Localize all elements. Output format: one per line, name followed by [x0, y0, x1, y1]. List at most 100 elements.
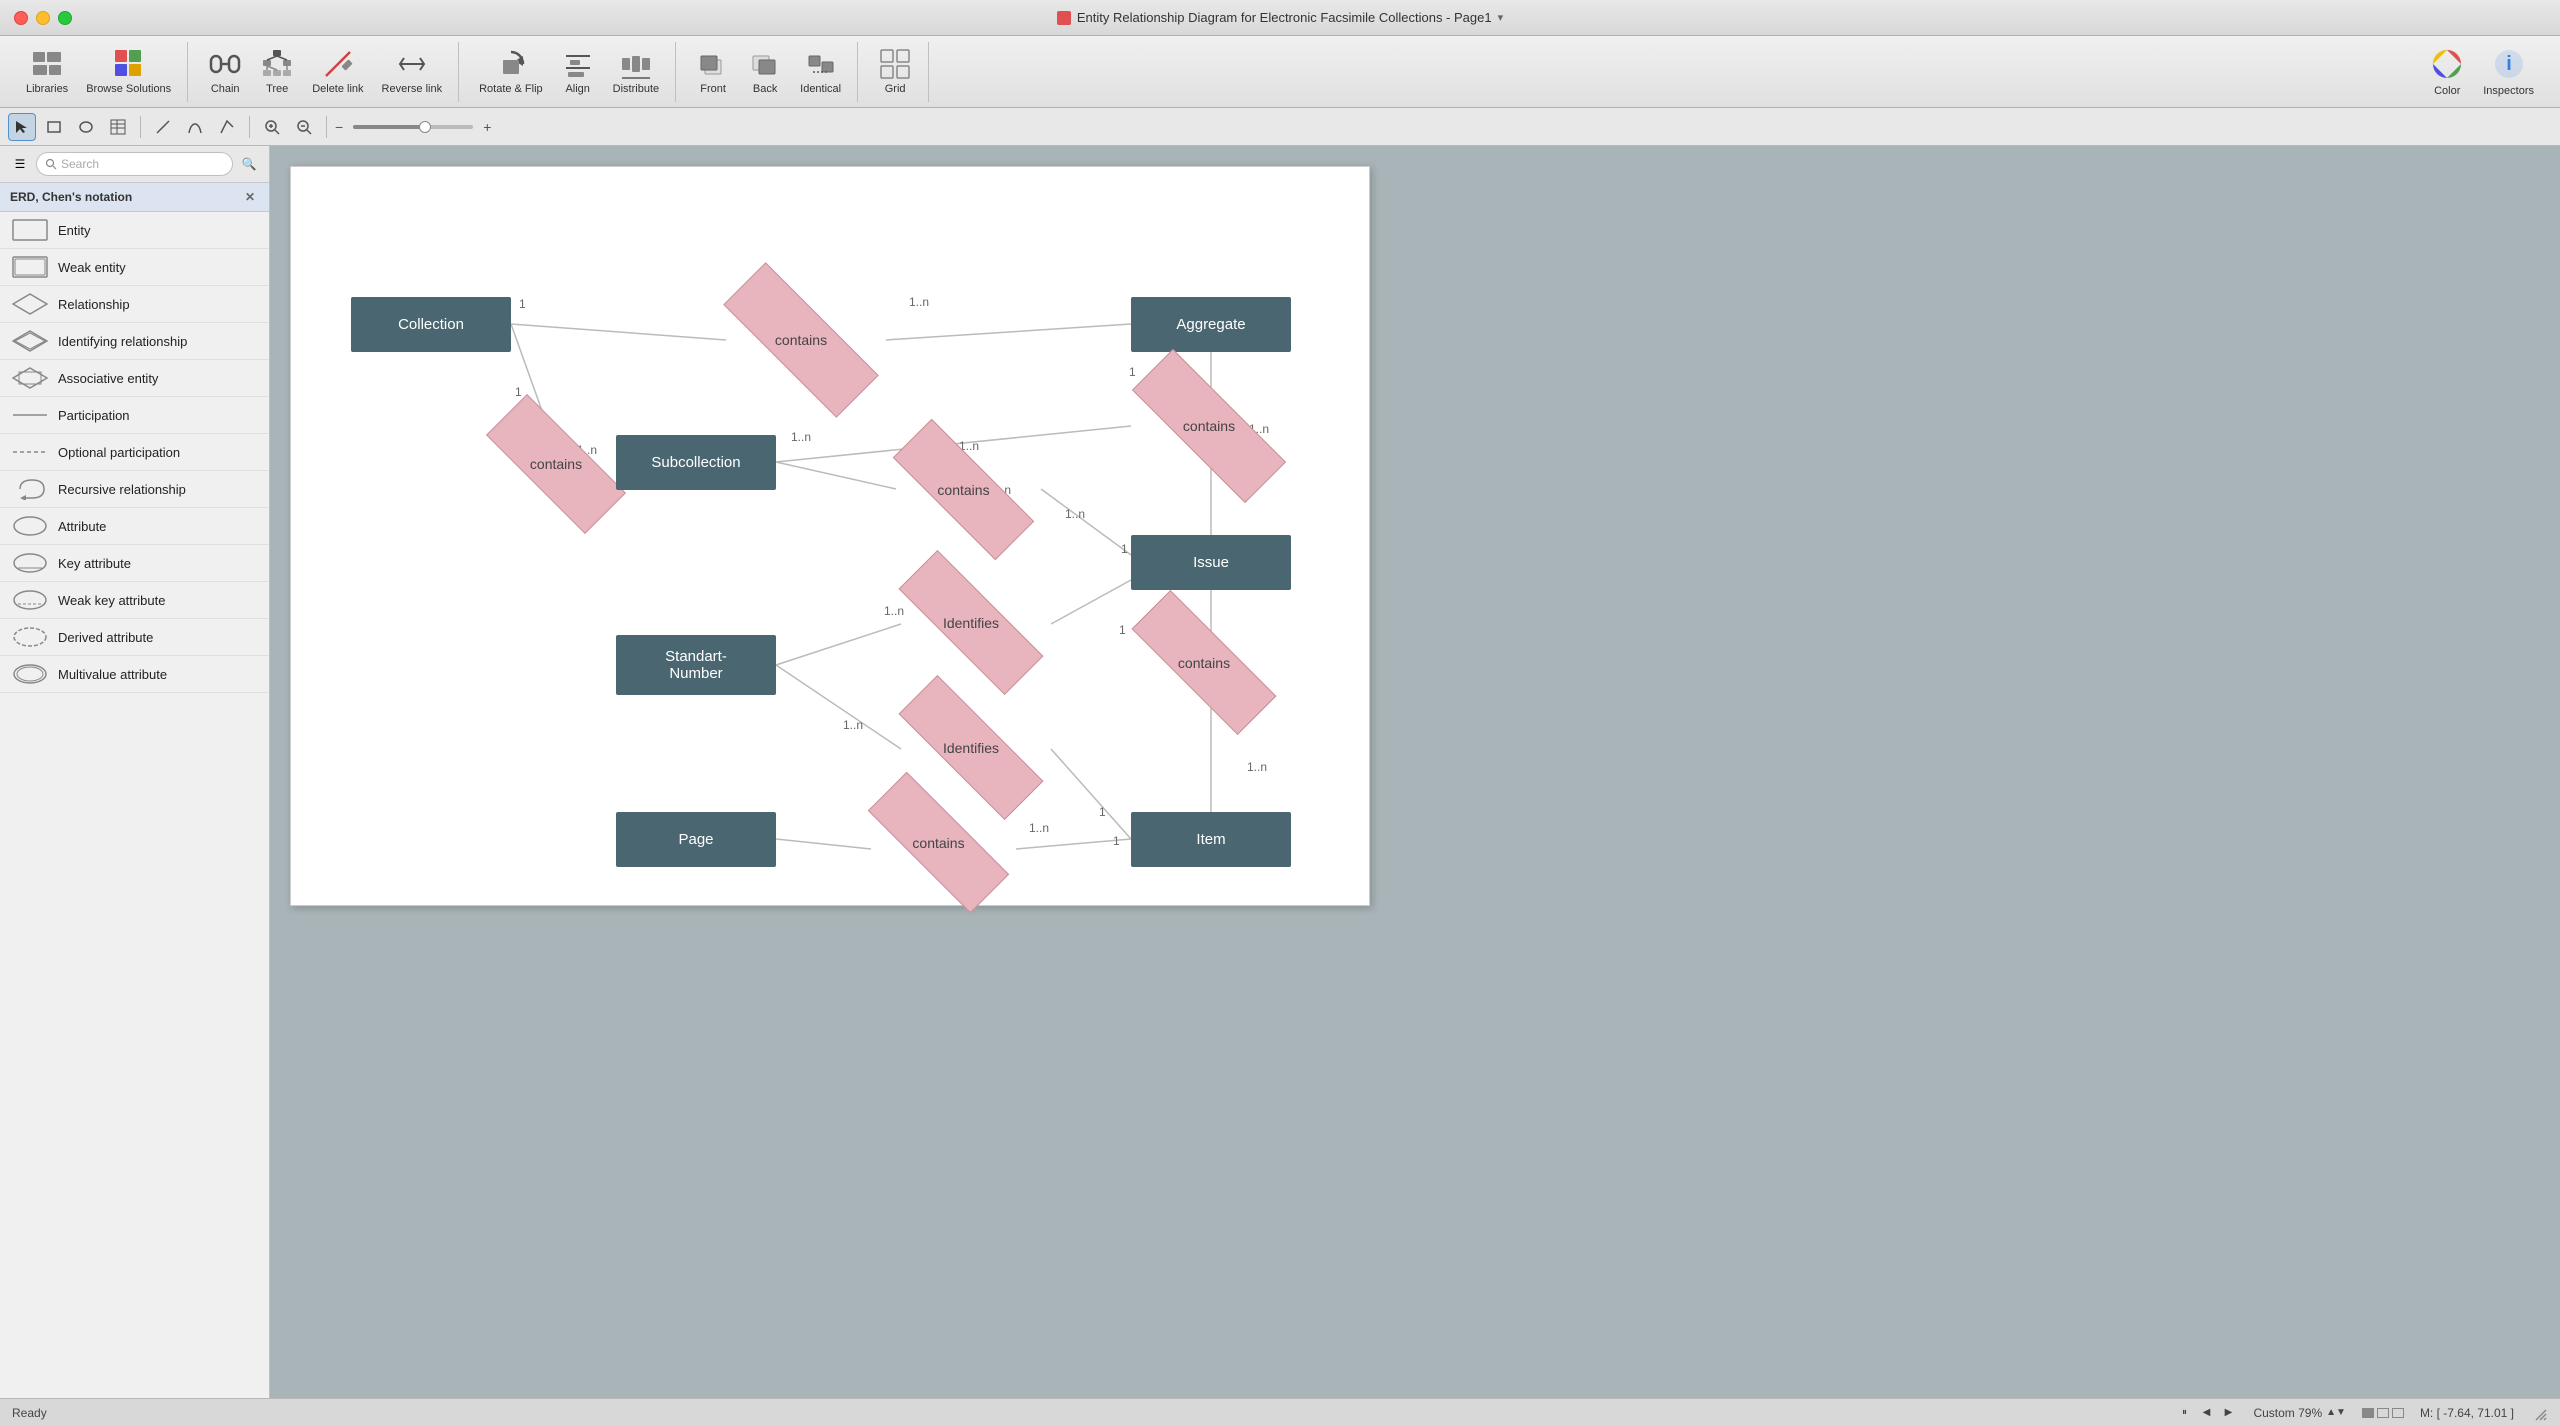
rectangle-tool[interactable]	[40, 113, 68, 141]
entity-issue[interactable]: Issue	[1131, 535, 1291, 590]
zoom-slider-thumb[interactable]	[419, 121, 431, 133]
polyline-tool[interactable]	[213, 113, 241, 141]
label-1d: 1	[1121, 542, 1128, 556]
sidebar-item-recursive[interactable]: Recursive relationship	[0, 471, 269, 508]
color-icon	[2429, 46, 2465, 82]
next-page-btn[interactable]: ▶	[2219, 1404, 2237, 1422]
label-1g: 1	[1113, 834, 1120, 848]
window-title: Entity Relationship Diagram for Electron…	[1057, 10, 1503, 25]
curved-line-tool[interactable]	[181, 113, 209, 141]
reverse-link-button[interactable]: Reverse link	[374, 44, 451, 99]
ellipse-tool[interactable]	[72, 113, 100, 141]
rel-contains5[interactable]: contains	[1129, 635, 1279, 690]
minimize-button[interactable]	[36, 11, 50, 25]
sidebar-item-key-attribute[interactable]: Key attribute	[0, 545, 269, 582]
zoom-in-icon[interactable]: +	[483, 119, 491, 135]
label-1n-f: 1..n	[1065, 507, 1085, 521]
pause-btn[interactable]: ⏸	[2175, 1404, 2193, 1422]
sidebar-item-weak-entity[interactable]: Weak entity	[0, 249, 269, 286]
sidebar-item-identifying-rel[interactable]: Identifying relationship	[0, 323, 269, 360]
identical-button[interactable]: Identical	[792, 44, 849, 99]
distribute-icon	[620, 48, 652, 80]
color-button[interactable]: Color	[2421, 42, 2473, 101]
browse-solutions-button[interactable]: Browse Solutions	[78, 44, 179, 99]
chain-button[interactable]: Chain	[200, 44, 250, 99]
sidebar-search-toggle[interactable]: 🔍	[237, 152, 261, 176]
grid-icon	[879, 48, 911, 80]
sidebar-category-close[interactable]: ✕	[241, 188, 259, 206]
entity-aggregate[interactable]: Aggregate	[1131, 297, 1291, 352]
rel-contains1[interactable]: contains	[721, 310, 881, 370]
sidebar-item-multivalue-attribute[interactable]: Multivalue attribute	[0, 656, 269, 693]
label-1a: 1	[519, 297, 526, 311]
erd-canvas[interactable]: 1 1..n 1 1..n 1..n 1..n 1..n 1..n 1 1..n…	[290, 166, 1370, 906]
page-dot-3[interactable]	[2392, 1408, 2404, 1418]
rel-identifies2[interactable]: Identifies	[896, 720, 1046, 775]
key-attribute-icon	[12, 552, 48, 574]
distribute-button[interactable]: Distribute	[605, 44, 667, 99]
sidebar-item-optional-participation[interactable]: Optional participation	[0, 434, 269, 471]
delete-link-button[interactable]: Delete link	[304, 44, 371, 99]
rel-contains2[interactable]: contains	[486, 435, 626, 493]
prev-page-btn[interactable]: ◀	[2197, 1404, 2215, 1422]
app-icon	[1057, 11, 1071, 25]
zoom-in-btn[interactable]	[258, 113, 286, 141]
rel-contains6[interactable]: contains	[866, 815, 1011, 870]
sidebar-item-weak-key-attribute[interactable]: Weak key attribute	[0, 582, 269, 619]
optional-participation-icon	[12, 441, 48, 463]
sidebar-item-entity[interactable]: Entity	[0, 212, 269, 249]
grid-button[interactable]: Grid	[870, 44, 920, 99]
rotate-flip-button[interactable]: Rotate & Flip	[471, 44, 551, 99]
sidebar-search[interactable]: Search	[36, 152, 233, 176]
rel-contains4[interactable]: contains	[891, 462, 1036, 517]
inspectors-button[interactable]: i Inspectors	[2475, 42, 2542, 101]
select-tool[interactable]	[8, 113, 36, 141]
line-tool[interactable]	[149, 113, 177, 141]
main-toolbar: Libraries Browse Solutions Chain	[0, 36, 2560, 108]
derived-attribute-icon	[12, 626, 48, 648]
tree-icon	[261, 48, 293, 80]
search-icon	[45, 158, 57, 170]
align-button[interactable]: Align	[553, 44, 603, 99]
statusbar: Ready ⏸ ◀ ▶ Custom 79% ▲▼ M: [ -7.64, 71…	[0, 1398, 2560, 1426]
toolbar-group-view: Color i Inspectors	[2413, 42, 2550, 102]
entity-page[interactable]: Page	[616, 812, 776, 867]
canvas-area: 1 1..n 1 1..n 1..n 1..n 1..n 1..n 1 1..n…	[270, 146, 2560, 1398]
front-button[interactable]: Front	[688, 44, 738, 99]
sidebar-item-relationship[interactable]: Relationship	[0, 286, 269, 323]
traffic-lights	[14, 11, 72, 25]
chevron-down-icon[interactable]: ▾	[1498, 11, 1504, 24]
coordinates-display: M: [ -7.64, 71.01 ]	[2420, 1406, 2514, 1420]
sidebar-item-participation[interactable]: Participation	[0, 397, 269, 434]
zoom-out-btn[interactable]	[290, 113, 318, 141]
page-dots	[2362, 1408, 2404, 1418]
weak-key-attribute-icon	[12, 589, 48, 611]
label-1n-l: 1..n	[1029, 821, 1049, 835]
entity-item[interactable]: Item	[1131, 812, 1291, 867]
table-tool[interactable]	[104, 113, 132, 141]
entity-subcollection[interactable]: Subcollection	[616, 435, 776, 490]
multivalue-attribute-icon	[12, 663, 48, 685]
back-button[interactable]: Back	[740, 44, 790, 99]
page-dot-2[interactable]	[2377, 1408, 2389, 1418]
libraries-button[interactable]: Libraries	[18, 44, 76, 99]
secondary-toolbar: − +	[0, 108, 2560, 146]
entity-collection[interactable]: Collection	[351, 297, 511, 352]
label-1n-j: 1..n	[1247, 760, 1267, 774]
label-1b: 1	[515, 385, 522, 399]
rel-identifies1[interactable]: Identifies	[896, 595, 1046, 650]
close-button[interactable]	[14, 11, 28, 25]
zoom-select[interactable]: Custom 79% ▲▼	[2253, 1406, 2346, 1420]
maximize-button[interactable]	[58, 11, 72, 25]
sidebar-item-derived-attribute[interactable]: Derived attribute	[0, 619, 269, 656]
zoom-out-icon[interactable]: −	[335, 119, 343, 135]
label-1n-i: 1..n	[843, 718, 863, 732]
entity-standart-number[interactable]: Standart- Number	[616, 635, 776, 695]
main-area: ☰ Search 🔍 ERD, Chen's notation ✕ Entity	[0, 146, 2560, 1398]
tree-button[interactable]: Tree	[252, 44, 302, 99]
page-dot-1[interactable]	[2362, 1408, 2374, 1418]
sidebar-item-attribute[interactable]: Attribute	[0, 508, 269, 545]
sidebar-grid-view-btn[interactable]: ☰	[8, 152, 32, 176]
sidebar-item-associative[interactable]: Associative entity	[0, 360, 269, 397]
rel-contains3[interactable]: contains	[1129, 397, 1289, 455]
